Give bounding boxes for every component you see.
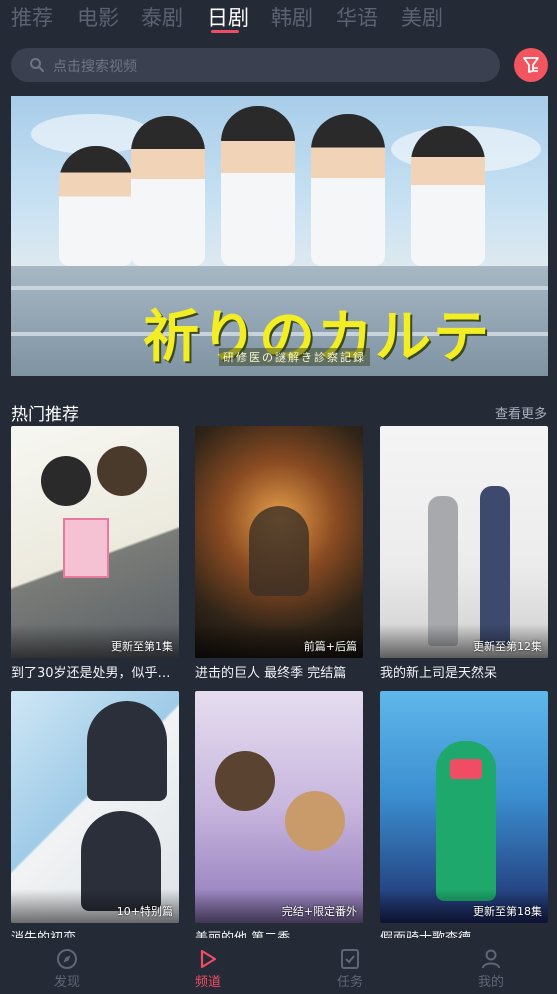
- video-poster: 前篇+后篇: [195, 426, 363, 658]
- search-icon: [30, 58, 44, 72]
- featured-banner[interactable]: 祈りのカルテ 研修医の謎解き診察記録: [11, 96, 548, 376]
- active-tab-indicator: [211, 30, 239, 33]
- tab-thai-drama[interactable]: 泰剧: [141, 2, 183, 32]
- search-bar[interactable]: 点击搜索视频: [11, 48, 500, 82]
- tab-recommend[interactable]: 推荐: [11, 2, 53, 32]
- video-title: 我的新上司是天然呆: [380, 666, 498, 681]
- section-title: 热门推荐: [11, 405, 79, 425]
- tab-us-drama[interactable]: 美剧: [401, 2, 443, 32]
- episode-badge: 更新至第18集: [473, 905, 542, 918]
- search-placeholder: 点击搜索视频: [53, 59, 137, 75]
- banner-cast-member: [131, 116, 205, 266]
- channel-tabs: 推荐 电影 泰剧 日剧 韩剧 华语 美剧: [0, 0, 557, 38]
- filter-icon: [523, 57, 539, 73]
- nav-label: 任务: [336, 975, 363, 990]
- episode-badge: 更新至第12集: [473, 640, 542, 653]
- nav-channel[interactable]: 频道: [178, 948, 238, 990]
- video-title: 到了30岁还是处男，似乎…: [11, 666, 171, 681]
- video-poster: 更新至第12集: [380, 426, 548, 658]
- nav-label: 发现: [53, 975, 80, 990]
- video-poster: 10+特别篇: [11, 691, 179, 923]
- episode-badge: 更新至第1集: [111, 640, 173, 653]
- nav-tasks[interactable]: 任务: [320, 948, 380, 990]
- see-more-link[interactable]: 查看更多: [495, 403, 547, 422]
- banner-cast-member: [411, 126, 485, 266]
- nav-profile[interactable]: 我的: [461, 948, 521, 990]
- video-title: 进击的巨人 最终季 完结篇: [195, 666, 347, 681]
- task-check-icon: [341, 949, 359, 969]
- nav-label: 我的: [477, 975, 504, 990]
- video-poster: 更新至第18集: [380, 691, 548, 923]
- episode-badge: 10+特别篇: [116, 905, 173, 918]
- nav-label: 频道: [194, 975, 221, 990]
- banner-cast-member: [311, 114, 385, 266]
- compass-icon: [57, 949, 77, 969]
- tab-korean-drama[interactable]: 韩剧: [271, 2, 313, 32]
- tab-chinese[interactable]: 华语: [336, 2, 378, 32]
- filter-button[interactable]: [514, 48, 548, 82]
- video-poster: 更新至第1集: [11, 426, 179, 658]
- banner-cast-member: [221, 106, 295, 266]
- play-channel-icon: [200, 949, 217, 969]
- episode-badge: 前篇+后篇: [303, 640, 357, 653]
- banner-subtitle: 研修医の謎解き診察記録: [219, 348, 370, 366]
- episode-badge: 完结+限定番外: [281, 905, 357, 918]
- tab-japanese-drama[interactable]: 日剧: [207, 2, 249, 32]
- banner-rail-line: [11, 286, 548, 290]
- video-poster: 完结+限定番外: [195, 691, 363, 923]
- nav-discover[interactable]: 发现: [37, 948, 97, 990]
- bottom-navigation: 发现 频道 任务 我的: [0, 938, 557, 994]
- user-icon: [482, 949, 500, 969]
- banner-cast-member: [59, 146, 133, 266]
- tab-movies[interactable]: 电影: [77, 2, 119, 32]
